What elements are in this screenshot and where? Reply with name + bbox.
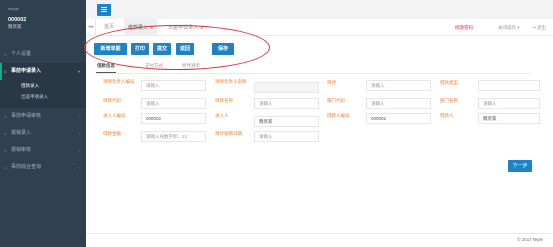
home-icon: ⌂ <box>4 165 7 170</box>
chevron-left-icon: ‹ <box>78 148 80 153</box>
tab-loan-entry[interactable]: 借款录入 ⊗ <box>124 19 158 36</box>
sidebar-item-reimbursement-entry[interactable]: ⌂ 报销录入 ‹ <box>0 125 86 142</box>
home-icon: ⌂ <box>4 52 7 57</box>
save-button[interactable]: 保存 <box>212 43 234 55</box>
sidebar-item-label: 报销审核 <box>11 147 32 153</box>
form-tab-payment-method[interactable]: 支付方式 <box>145 63 163 69</box>
sidebar-item-query[interactable]: ⌂ 事前综合查询 ‹ <box>0 159 86 176</box>
field-label: 项目代码 <box>103 98 121 103</box>
field-label: 项目名称 <box>215 98 233 103</box>
field-label: 借款人编号 <box>327 113 350 118</box>
tab-label: 首页 <box>104 24 115 30</box>
close-icon[interactable]: ⊗ <box>150 25 153 30</box>
field-label: 借款金额 <box>103 131 121 136</box>
sidebar-item-label: 事前申请审核 <box>11 113 42 119</box>
field-label: 录入人 <box>215 113 229 118</box>
chevron-left-icon: ‹ <box>78 114 80 119</box>
field-label: 预计核销日期 <box>215 131 242 136</box>
chevron-left-icon: ‹ <box>78 165 80 170</box>
back-button[interactable]: 返回 <box>176 43 194 55</box>
user-info: image 000002 魏贤家 <box>0 0 86 46</box>
tab-label: 借款录入 <box>128 25 149 31</box>
copyright-text: © 2017 Wyle <box>517 237 543 242</box>
sidebar-item-personal-settings[interactable]: ⌂ 个人设置 <box>0 46 86 63</box>
project-code-input[interactable]: 请输入 <box>141 98 206 109</box>
print-button[interactable]: 打印 <box>131 43 149 55</box>
home-icon: ⌂ <box>4 114 7 119</box>
borrower-input[interactable]: 魏贤家 <box>478 113 540 124</box>
field-label: 项目负责人编号 <box>103 79 135 84</box>
entry-person-input[interactable]: 魏贤家 <box>254 116 319 127</box>
next-step-button[interactable]: 下一步 <box>508 160 532 172</box>
sidebar-item-pre-application-entry[interactable]: ⌂ 事前申请录入 ▾ <box>0 63 86 80</box>
department-code-input[interactable]: 请输入 <box>366 98 431 109</box>
form-tab-attachments[interactable]: 附件清单 <box>182 63 200 69</box>
sidebar-item-pre-application-review[interactable]: ⌂ 事前申请审核 ‹ <box>0 108 86 125</box>
tab-travel-entry[interactable]: 出差申请录入 ⊗ <box>164 19 207 36</box>
user-id[interactable]: 000002 <box>8 17 80 23</box>
form-divider <box>96 73 530 74</box>
user-role: image <box>8 6 19 11</box>
field-label: 借款类型 <box>440 80 458 85</box>
field-label: 借款人 <box>440 113 454 118</box>
loan-type-select[interactable] <box>478 80 540 91</box>
entry-person-id-input[interactable]: 000002 <box>141 113 206 124</box>
home-icon: ⌂ <box>4 69 7 74</box>
user-name: 魏贤家 <box>8 24 22 29</box>
project-leader-id-input[interactable]: 请输入 <box>141 80 206 91</box>
sidebar-subitem-loan-entry[interactable]: 借款录入 <box>0 80 86 91</box>
tab-bar: ◂◂ 首页 借款录入 ⊗ 出差申请录入 ⊗ 修改密码 关闭操作 ▾ ⇥ 退出 <box>86 19 553 36</box>
new-document-button[interactable]: 新增单据 <box>94 43 127 55</box>
department-name-input[interactable]: 请输入 <box>478 98 540 109</box>
project-name-input[interactable]: 请输入 <box>254 98 319 109</box>
tab-home[interactable]: 首页 <box>100 19 118 36</box>
tab-scroll-left-icon[interactable]: ◂◂ <box>86 19 96 36</box>
project-leader-name-input[interactable] <box>254 82 319 93</box>
field-label: 部门名称 <box>440 98 458 103</box>
hamburger-icon <box>101 7 107 13</box>
sidebar-item-label: 事前综合查询 <box>11 164 42 170</box>
chevron-left-icon: ‹ <box>78 131 80 136</box>
field-label: 录入人编号 <box>103 113 126 118</box>
sidebar-subitem-travel-entry[interactable]: 出差申请录入 <box>0 91 86 102</box>
field-label: 项目负责人名称 <box>215 79 247 84</box>
home-icon: ⌂ <box>4 131 7 136</box>
submit-button[interactable]: 提交 <box>153 43 171 55</box>
menu-toggle-button[interactable] <box>97 4 111 16</box>
home-icon: ⌂ <box>4 148 7 153</box>
sidebar-item-label: 事前申请录入 <box>11 68 42 74</box>
summary-input[interactable]: 请输入 <box>366 80 431 91</box>
close-operations-dropdown[interactable]: 关闭操作 ▾ <box>498 19 520 36</box>
loan-amount-input[interactable]: 请输入纯数字如：12 <box>141 131 206 142</box>
borrower-id-input[interactable]: 000002 <box>366 113 431 124</box>
sidebar: image 000002 魏贤家 ⌂ 个人设置 ⌂ 事前申请录入 ▾ 借款录入 … <box>0 0 86 247</box>
field-label: 简述 <box>327 80 336 85</box>
sidebar-item-label: 个人设置 <box>11 51 32 57</box>
field-label: 部门代码 <box>327 98 345 103</box>
sidebar-item-reimbursement-review[interactable]: ⌂ 报销审核 ‹ <box>0 142 86 159</box>
footer: © 2017 Wyle <box>86 233 553 247</box>
tab-label: 出差申请录入 <box>168 25 199 31</box>
form-tab-loan-info[interactable]: 借款信息 <box>97 63 115 69</box>
change-password-link[interactable]: 修改密码 <box>455 19 473 36</box>
close-icon[interactable]: ⊗ <box>200 25 203 30</box>
expected-writeoff-date-input[interactable]: 请输入 <box>254 131 319 142</box>
sidebar-item-label: 报销录入 <box>11 130 32 136</box>
top-bar <box>86 0 553 19</box>
chevron-down-icon: ▾ <box>77 69 80 74</box>
exit-button[interactable]: ⇥ 退出 <box>532 19 546 36</box>
